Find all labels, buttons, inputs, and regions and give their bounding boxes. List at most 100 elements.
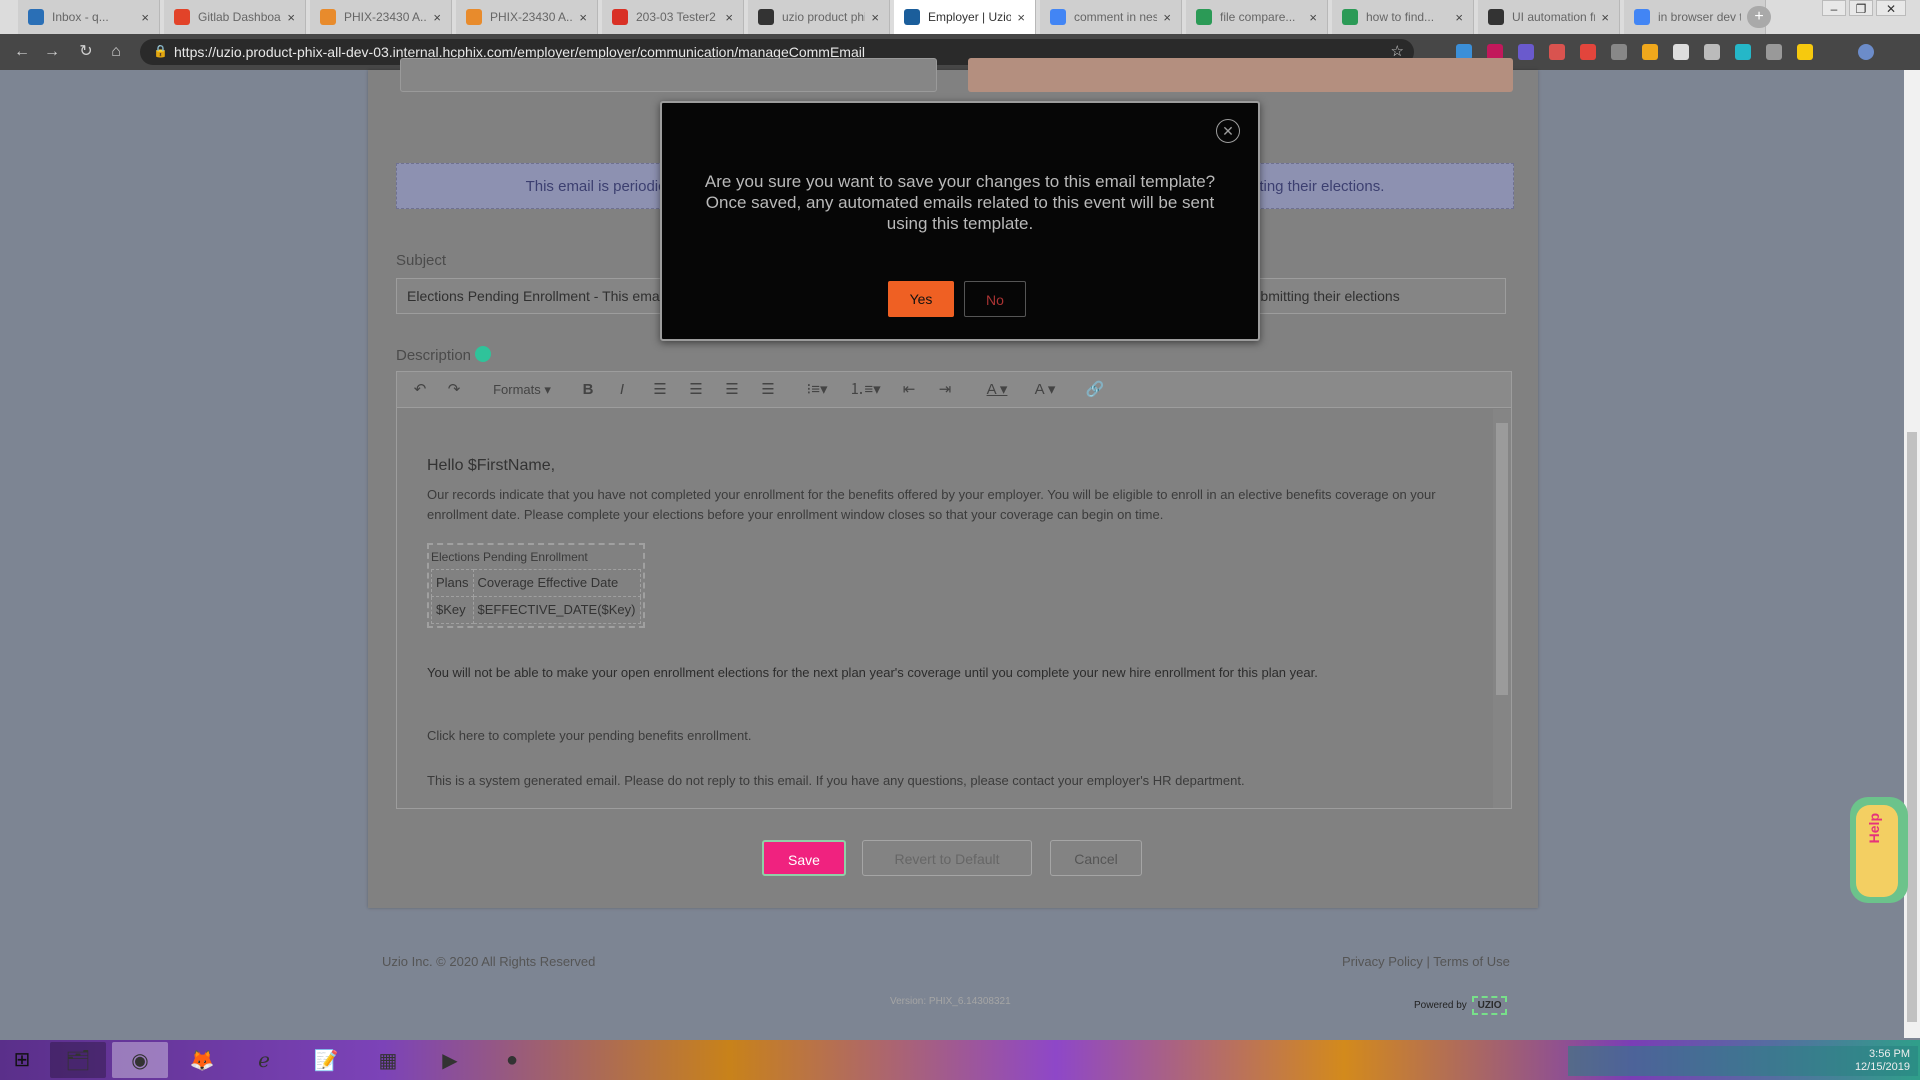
redo-icon[interactable]: ↷ (443, 380, 465, 400)
yes-button[interactable]: Yes (888, 281, 954, 317)
close-tab-icon[interactable]: × (725, 10, 733, 25)
browser-tab-strip: Inbox - q...×Gitlab Dashboar...× PHIX-234… (0, 0, 1920, 34)
extension-icon[interactable] (1642, 44, 1658, 60)
extension-icon[interactable] (1735, 44, 1751, 60)
browser-tab[interactable]: how to find... × (1332, 0, 1474, 34)
file-explorer-icon[interactable]: 🗂 (50, 1042, 106, 1078)
bullet-list-icon[interactable]: ⁝≡▾ (797, 380, 837, 400)
extension-icon[interactable] (1704, 44, 1720, 60)
browser-tab-label: PHIX-23430 A... (490, 10, 574, 24)
plans-table: Elections Pending Enrollment Plans Cover… (427, 543, 645, 628)
rich-text-editor[interactable]: ↶ ↷ Formats ▾ B I ☰ ☰ ☰ ☰ ⁝≡▾ ⒈≡▾ ⇤ ⇥ A … (396, 371, 1512, 809)
text-color-icon[interactable]: A ▾ (977, 380, 1017, 400)
page-scrollbar-thumb[interactable] (1907, 432, 1917, 1022)
formats-label: Formats (493, 382, 541, 397)
restore-window-button[interactable]: ❐ (1849, 0, 1873, 16)
email-greeting: Hello $FirstName, (427, 457, 556, 474)
new-tab-button[interactable]: + (1747, 6, 1771, 28)
version-text: Version: PHIX_6.14308321 (890, 996, 1011, 1007)
bold-icon[interactable]: B (577, 380, 599, 400)
page-scrollbar[interactable] (1904, 70, 1920, 1038)
extension-icon[interactable] (1766, 44, 1782, 60)
close-tab-icon[interactable]: × (1017, 10, 1025, 25)
extension-icon[interactable] (1549, 44, 1565, 60)
link-icon[interactable]: 🔗 (1083, 380, 1107, 400)
close-tab-icon[interactable]: × (871, 10, 879, 25)
formats-dropdown[interactable]: Formats ▾ (485, 380, 559, 400)
align-center-icon[interactable]: ☰ (685, 380, 707, 400)
browser-tab[interactable]: uzio product phi... × (748, 0, 890, 34)
browser-tab[interactable]: PHIX-23430 A... × (310, 0, 452, 34)
dialog-message: Are you sure you want to save your chang… (682, 171, 1238, 234)
browser-tab[interactable]: 203-03 Tester2 × (602, 0, 744, 34)
extension-icon[interactable] (1797, 44, 1813, 60)
browser-tab[interactable]: in browser dev t...× (1624, 0, 1766, 34)
close-tab-icon[interactable]: × (1163, 10, 1171, 25)
footer-links[interactable]: Privacy Policy | Terms of Use (1342, 954, 1510, 969)
browser-tab[interactable]: Inbox - q... × (18, 0, 160, 34)
editor-scrollbar-thumb[interactable] (1496, 423, 1508, 695)
profile-avatar[interactable] (1858, 44, 1874, 60)
extension-icon[interactable] (1673, 44, 1689, 60)
browser-tab[interactable]: UI automation fra... × (1478, 0, 1620, 34)
extension-icon[interactable] (1580, 44, 1596, 60)
minimize-window-button[interactable]: – (1822, 0, 1846, 16)
undo-icon[interactable]: ↶ (409, 380, 431, 400)
close-tab-icon[interactable]: × (433, 10, 441, 25)
app-icon[interactable]: ● (484, 1042, 540, 1078)
cancel-button[interactable]: Cancel (1050, 840, 1142, 876)
plans-table-cell: $EFFECTIVE_DATE($Key) (472, 596, 641, 624)
home-icon[interactable]: ⌂ (106, 42, 126, 62)
media-player-icon[interactable]: ▶ (422, 1042, 478, 1078)
align-left-icon[interactable]: ☰ (649, 380, 671, 400)
browser-tab[interactable]: comment in nested... × (1040, 0, 1182, 34)
editor-scrollbar[interactable] (1493, 409, 1511, 808)
browser-tab-label: 203-03 Tester2 (636, 10, 716, 24)
close-tab-icon[interactable]: × (1601, 10, 1609, 25)
notepad-icon[interactable]: 📝 (298, 1042, 354, 1078)
editor-content[interactable]: Hello $FirstName, Our records indicate t… (397, 409, 1491, 808)
close-tab-icon[interactable]: × (579, 10, 587, 25)
indent-icon[interactable]: ⇥ (933, 380, 957, 400)
app-icon[interactable]: ▦ (360, 1042, 416, 1078)
help-widget[interactable]: Help (1850, 797, 1908, 903)
mail-icon (28, 9, 44, 25)
align-right-icon[interactable]: ☰ (721, 380, 743, 400)
dialog-message-line: Once saved, any automated emails related… (705, 193, 1215, 212)
browser-tab[interactable]: Gitlab Dashboar... × (164, 0, 306, 34)
revert-to-default-button[interactable]: Revert to Default (862, 840, 1032, 876)
event-select[interactable] (400, 58, 937, 92)
windows-start-icon[interactable]: ⊞ (10, 1048, 34, 1072)
no-button[interactable]: No (964, 281, 1026, 317)
close-tab-icon[interactable]: × (1309, 10, 1317, 25)
browser-tab[interactable]: PHIX-23430 A... × (456, 0, 598, 34)
system-tray[interactable]: 3:56 PM 12/15/2019 (1568, 1046, 1918, 1076)
reload-icon[interactable]: ↻ (76, 42, 96, 62)
align-justify-icon[interactable]: ☰ (757, 380, 779, 400)
browser-toolbar: ← → ↻ ⌂ 🔒 https://uzio.product-phix-all-… (0, 34, 1920, 70)
internet-explorer-icon[interactable]: ℯ (236, 1042, 292, 1078)
italic-icon[interactable]: I (611, 380, 633, 400)
chrome-icon[interactable]: ◉ (112, 1042, 168, 1078)
compare-icon (1196, 9, 1212, 25)
close-tab-icon[interactable]: × (141, 10, 149, 25)
browser-tab[interactable]: Employer | Uzio × (894, 0, 1036, 34)
taskbar-clock[interactable]: 3:56 PM 12/15/2019 (1855, 1048, 1910, 1074)
back-icon[interactable]: ← (12, 42, 32, 62)
background-color-icon[interactable]: A ▾ (1025, 380, 1065, 400)
help-icon[interactable] (475, 346, 492, 362)
description-label: Description (396, 347, 472, 364)
forward-icon[interactable]: → (42, 42, 62, 62)
save-button[interactable]: Save (762, 840, 846, 876)
close-tab-icon[interactable]: × (1455, 10, 1463, 25)
dialog-message-line: using this template. (886, 214, 1034, 233)
close-window-button[interactable]: ✕ (1876, 0, 1906, 16)
outdent-icon[interactable]: ⇤ (897, 380, 921, 400)
close-icon[interactable]: ✕ (1216, 119, 1240, 143)
close-tab-icon[interactable]: × (287, 10, 295, 25)
numbered-list-icon[interactable]: ⒈≡▾ (845, 380, 885, 400)
firefox-icon[interactable]: 🦊 (174, 1042, 230, 1078)
extension-icon[interactable] (1611, 44, 1627, 60)
browser-tab[interactable]: file compare... × (1186, 0, 1328, 34)
extension-icon[interactable] (1518, 44, 1534, 60)
